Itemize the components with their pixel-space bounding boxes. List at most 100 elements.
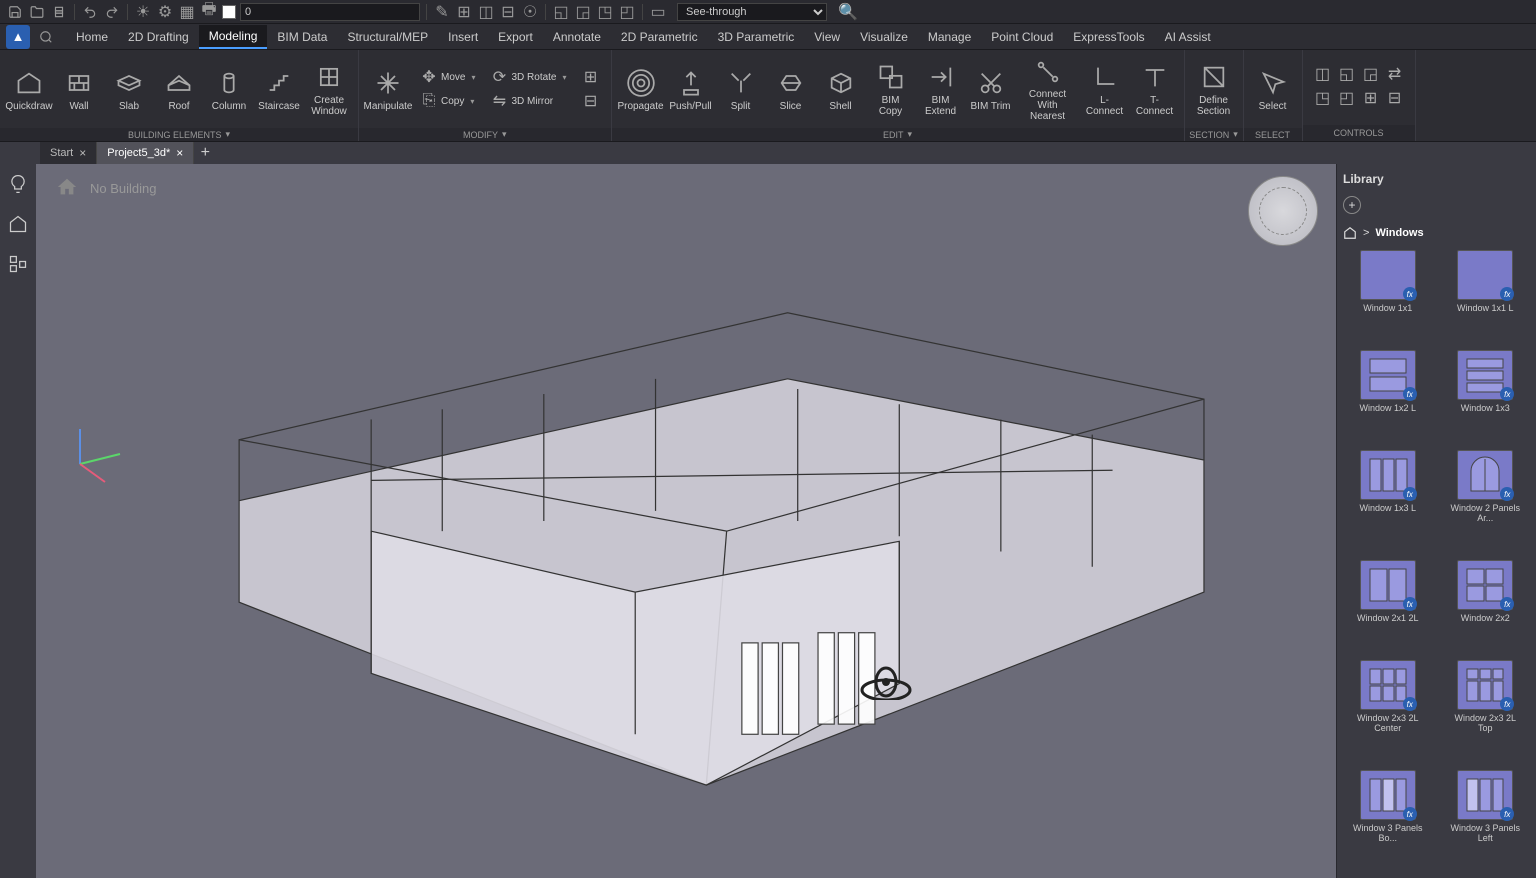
sun-icon[interactable]: ☀ (134, 3, 152, 21)
tool-a-icon[interactable]: ✎ (433, 3, 451, 21)
gear-icon[interactable]: ⚙ (156, 3, 174, 21)
structure-icon[interactable] (6, 252, 30, 276)
menu-insert[interactable]: Insert (438, 26, 488, 48)
doc-tab-project5[interactable]: Project5_3d*× (97, 142, 194, 164)
column-button[interactable]: Column (206, 54, 252, 124)
ctrl-icon-5[interactable]: ◳ (1313, 88, 1333, 108)
library-add-icon[interactable]: + (1343, 196, 1361, 214)
3d-viewport[interactable]: No Building (36, 164, 1336, 878)
layer-input[interactable] (240, 3, 420, 21)
menu-ai-assist[interactable]: AI Assist (1155, 26, 1221, 48)
home-nav-icon[interactable] (6, 212, 30, 236)
copy-button[interactable]: ⎘Copy▾ (415, 90, 481, 112)
menu-structural[interactable]: Structural/MEP (337, 26, 438, 48)
quickdraw-button[interactable]: Quickdraw (6, 54, 52, 124)
ctrl-icon-1[interactable]: ◫ (1313, 64, 1333, 84)
close-icon[interactable]: × (176, 146, 183, 160)
ribbon-group-label-modify[interactable]: MODIFY ▾ (359, 128, 611, 141)
menu-3d-parametric[interactable]: 3D Parametric (708, 26, 805, 48)
lib-item-window-1x2-l[interactable]: fxWindow 1x2 L (1343, 350, 1433, 440)
cube-d-icon[interactable]: ◰ (618, 3, 636, 21)
lib-item-window-2x1-2l[interactable]: fxWindow 2x1 2L (1343, 560, 1433, 650)
pushpull-button[interactable]: Push/Pull (668, 54, 714, 124)
ctrl-icon-4[interactable]: ⇄ (1385, 64, 1405, 84)
menu-home[interactable]: Home (66, 26, 118, 48)
sheet-icon[interactable]: ▭ (649, 3, 667, 21)
color-swatch[interactable] (222, 5, 236, 19)
ctrl-icon-8[interactable]: ⊟ (1385, 88, 1405, 108)
print-icon[interactable] (50, 3, 68, 21)
ctrl-icon-3[interactable]: ◲ (1361, 64, 1381, 84)
undo-icon[interactable] (81, 3, 99, 21)
visual-style-select[interactable]: See-through (677, 3, 827, 21)
ribbon-group-label-building[interactable]: BUILDING ELEMENTS ▾ (0, 128, 358, 141)
array-button[interactable]: ⊟ (577, 90, 605, 112)
menu-visualize[interactable]: Visualize (850, 26, 918, 48)
menu-2d-parametric[interactable]: 2D Parametric (611, 26, 708, 48)
redo-icon[interactable] (103, 3, 121, 21)
ribbon-group-label-section[interactable]: SECTION ▾ (1185, 128, 1243, 141)
staircase-button[interactable]: Staircase (256, 54, 302, 124)
menu-modeling[interactable]: Modeling (199, 25, 268, 49)
menu-annotate[interactable]: Annotate (543, 26, 611, 48)
mirror-button[interactable]: ⇋3D Mirror (485, 90, 572, 112)
bim-copy-button[interactable]: BIM Copy (868, 54, 914, 124)
wall-button[interactable]: Wall (56, 54, 102, 124)
rotate-button[interactable]: ⟳3D Rotate▾ (485, 66, 572, 88)
globe-search-icon[interactable]: 🔍 (839, 3, 857, 21)
lib-item-window-3-panels-bo[interactable]: fxWindow 3 Panels Bo... (1343, 770, 1433, 870)
slice-button[interactable]: Slice (768, 54, 814, 124)
lib-item-window-2-panels-ar[interactable]: fxWindow 2 Panels Ar... (1441, 450, 1531, 550)
tool-c-icon[interactable]: ◫ (477, 3, 495, 21)
app-icon[interactable]: ▲ (6, 25, 30, 49)
roof-button[interactable]: Roof (156, 54, 202, 124)
align-button[interactable]: ⊞ (577, 66, 605, 88)
t-connect-button[interactable]: T-Connect (1132, 54, 1178, 124)
menu-bim-data[interactable]: BIM Data (267, 26, 337, 48)
l-connect-button[interactable]: L-Connect (1082, 54, 1128, 124)
lightbulb-icon[interactable] (6, 172, 30, 196)
menu-view[interactable]: View (804, 26, 850, 48)
tool-e-icon[interactable]: ☉ (521, 3, 539, 21)
slab-button[interactable]: Slab (106, 54, 152, 124)
lib-item-window-3-panels-left[interactable]: fxWindow 3 Panels Left (1441, 770, 1531, 870)
ribbon-group-label-edit[interactable]: EDIT ▾ (612, 128, 1184, 141)
lib-item-window-2x3-center[interactable]: fxWindow 2x3 2L Center (1343, 660, 1433, 760)
define-section-button[interactable]: Define Section (1191, 54, 1237, 124)
close-icon[interactable]: × (79, 146, 86, 160)
propagate-button[interactable]: Propagate (618, 54, 664, 124)
open-icon[interactable] (28, 3, 46, 21)
connect-nearest-button[interactable]: Connect With Nearest (1018, 54, 1078, 124)
tool-b-icon[interactable]: ⊞ (455, 3, 473, 21)
select-button[interactable]: Select (1250, 54, 1296, 124)
ctrl-icon-7[interactable]: ⊞ (1361, 88, 1381, 108)
search-icon[interactable] (36, 27, 56, 47)
bim-extend-button[interactable]: BIM Extend (918, 54, 964, 124)
lib-item-window-2x3-top[interactable]: fxWindow 2x3 2L Top (1441, 660, 1531, 760)
move-button[interactable]: ✥Move▾ (415, 66, 481, 88)
cube-a-icon[interactable]: ◱ (552, 3, 570, 21)
lib-item-window-1x3[interactable]: fxWindow 1x3 (1441, 350, 1531, 440)
lib-item-window-1x1-l[interactable]: fxWindow 1x1 L (1441, 250, 1531, 340)
ctrl-icon-6[interactable]: ◰ (1337, 88, 1357, 108)
ctrl-icon-2[interactable]: ◱ (1337, 64, 1357, 84)
split-button[interactable]: Split (718, 54, 764, 124)
manipulate-button[interactable]: Manipulate (365, 54, 411, 124)
menu-export[interactable]: Export (488, 26, 543, 48)
lib-item-window-2x2[interactable]: fxWindow 2x2 (1441, 560, 1531, 650)
lib-item-window-1x3-l[interactable]: fxWindow 1x3 L (1343, 450, 1433, 550)
menu-manage[interactable]: Manage (918, 26, 981, 48)
cube-c-icon[interactable]: ◳ (596, 3, 614, 21)
cube-b-icon[interactable]: ◲ (574, 3, 592, 21)
save-icon[interactable] (6, 3, 24, 21)
create-window-button[interactable]: Create Window (306, 54, 352, 124)
tool-d-icon[interactable]: ⊟ (499, 3, 517, 21)
doc-tab-start[interactable]: Start× (40, 142, 97, 164)
new-tab-button[interactable]: + (194, 142, 216, 164)
layer-icon[interactable]: ▦ (178, 3, 196, 21)
shell-button[interactable]: Shell (818, 54, 864, 124)
breadcrumb-home-icon[interactable] (1343, 226, 1357, 240)
menu-point-cloud[interactable]: Point Cloud (981, 26, 1063, 48)
library-breadcrumb[interactable]: > Windows (1343, 226, 1530, 240)
menu-expresstools[interactable]: ExpressTools (1063, 26, 1154, 48)
